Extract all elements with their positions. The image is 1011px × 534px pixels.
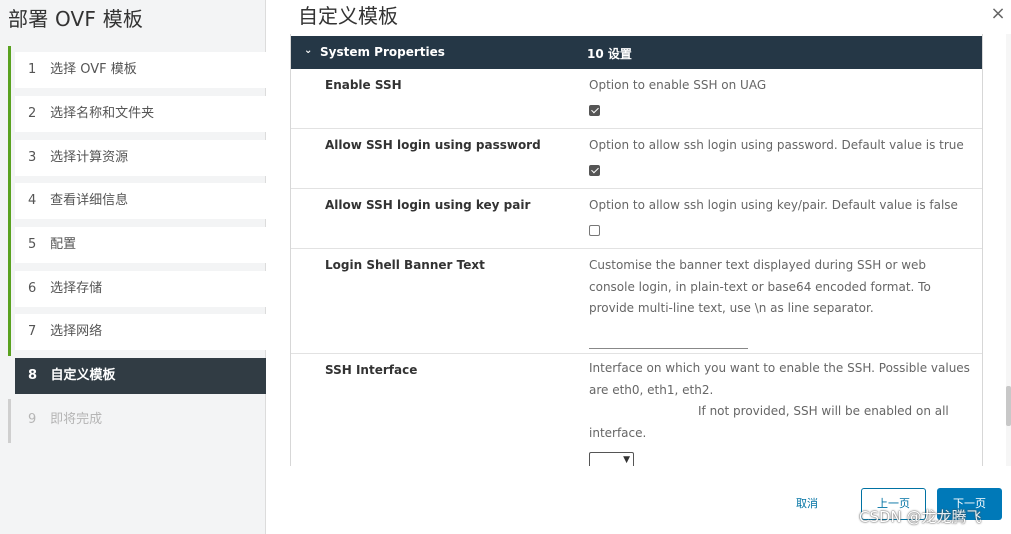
step-label: 选择计算资源 [50,150,129,165]
section-name: System Properties [320,45,445,59]
step-label: 选择存储 [50,281,103,296]
step-progress-rail [8,46,11,356]
wizard-step-1[interactable]: 1 选择 OVF 模板 [15,52,266,88]
property-name: Login Shell Banner Text [325,258,485,272]
wizard-step-5[interactable]: 5 配置 [15,227,266,263]
step-number: 5 [28,237,37,252]
step-number: 2 [28,106,37,121]
page-title: 自定义模板 [298,4,398,28]
property-description: Option to allow ssh login using key/pair… [589,198,958,212]
wizard-sidebar: 部署 OVF 模板 1 选择 OVF 模板 2 选择名称和文件夹 3 选择计算资… [0,0,266,534]
ssh-interface-select[interactable]: ▼ [589,452,634,466]
wizard-step-3[interactable]: 3 选择计算资源 [15,140,266,176]
chevron-down-icon: ▼ [623,455,630,465]
step-label: 自定义模板 [50,368,116,383]
property-description: Option to allow ssh login using password… [589,138,964,152]
properties-panel: ⌄ System Properties 10 设置 Enable SSH Opt… [290,34,983,466]
property-row-ssh-interface: SSH Interface Interface on which you wan… [291,354,982,466]
step-label: 即将完成 [50,412,103,427]
login-banner-text-input[interactable] [589,334,748,349]
ssh-password-login-checkbox[interactable] [589,165,600,176]
description-line: interface. [589,425,647,440]
step-number: 4 [28,193,37,208]
step-number: 1 [28,62,37,77]
close-icon[interactable]: × [988,4,1008,24]
scrollbar-thumb[interactable] [1006,386,1011,426]
back-button[interactable]: 上一页 [861,488,926,520]
wizard-step-8-active[interactable]: 8 自定义模板 [15,358,266,394]
step-number: 8 [28,368,38,383]
property-row-ssh-keypair-login: Allow SSH login using key pair Option to… [291,189,982,249]
ssh-keypair-login-checkbox[interactable] [589,225,600,236]
property-name: Allow SSH login using password [325,138,541,152]
property-name: SSH Interface [325,363,418,377]
property-row-login-banner: Login Shell Banner Text Customise the ba… [291,249,982,354]
property-row-enable-ssh: Enable SSH Option to enable SSH on UAG [291,69,982,129]
step-number: 7 [28,324,37,339]
wizard-step-4[interactable]: 4 查看详细信息 [15,183,266,219]
property-name: Enable SSH [325,78,402,92]
wizard-step-6[interactable]: 6 选择存储 [15,271,266,307]
wizard-step-9: 9 即将完成 [15,402,266,438]
property-description: Interface on which you want to enable th… [589,358,973,444]
section-setting-count: 10 设置 [587,47,632,61]
property-description: Option to enable SSH on UAG [589,78,767,92]
step-number: 9 [28,412,37,427]
wizard-title: 部署 OVF 模板 [8,7,144,31]
property-name: Allow SSH login using key pair [325,198,531,212]
property-description: Customise the banner text displayed duri… [589,258,931,315]
chevron-down-icon[interactable]: ⌄ [304,45,312,56]
step-label: 查看详细信息 [50,193,129,208]
step-label: 配置 [50,237,77,252]
property-row-ssh-password-login: Allow SSH login using password Option to… [291,129,982,189]
cancel-button[interactable]: 取消 [796,495,818,511]
step-progress-rail-pending [8,399,11,443]
description-line: If not provided, SSH will be enabled on … [698,404,949,418]
step-label: 选择名称和文件夹 [50,106,155,121]
description-line: Interface on which you want to enable th… [589,361,970,397]
step-number: 3 [28,150,37,165]
section-header-system-properties[interactable]: ⌄ System Properties 10 设置 [291,36,982,69]
step-number: 6 [28,281,37,296]
wizard-step-7[interactable]: 7 选择网络 [15,314,266,350]
step-label: 选择 OVF 模板 [50,62,137,77]
step-label: 选择网络 [50,324,103,339]
next-button[interactable]: 下一页 [937,488,1002,520]
wizard-step-2[interactable]: 2 选择名称和文件夹 [15,96,266,132]
enable-ssh-checkbox[interactable] [589,105,600,116]
